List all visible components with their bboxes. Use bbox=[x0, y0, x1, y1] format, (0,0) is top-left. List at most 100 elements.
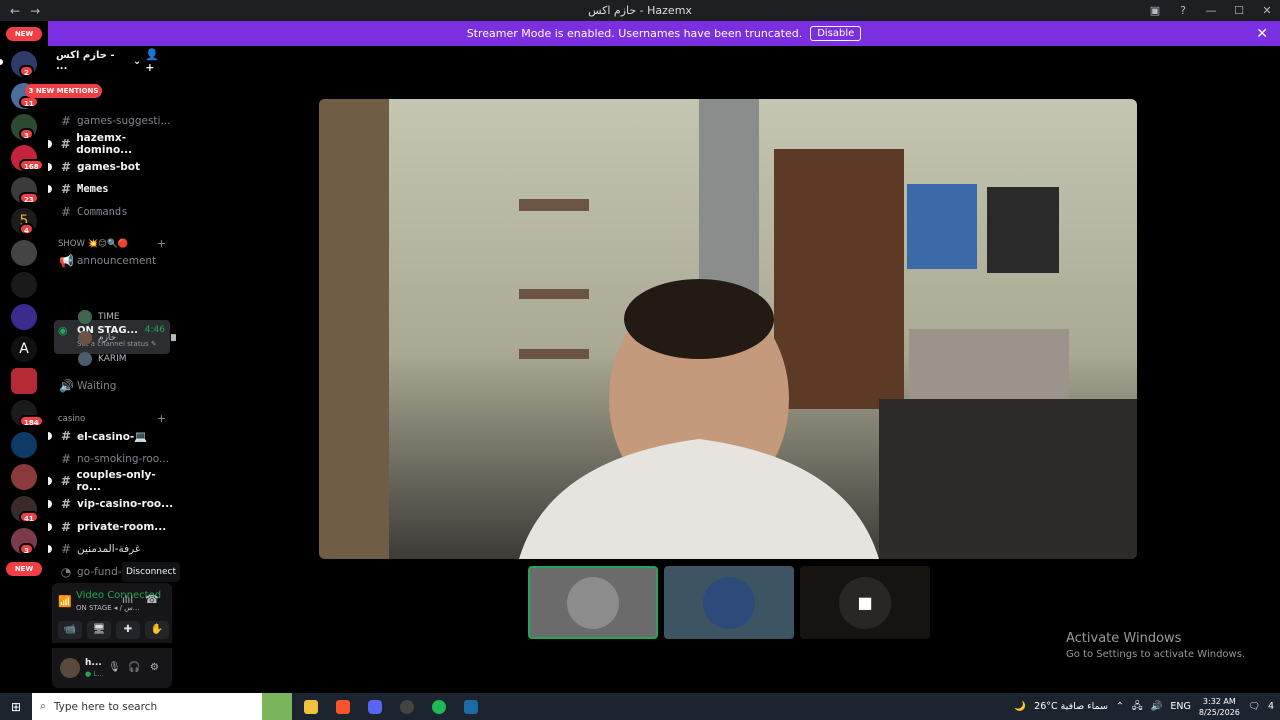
invite-icon[interactable]: 👤+ bbox=[145, 48, 168, 74]
server-icon[interactable] bbox=[11, 304, 37, 330]
mention-badge: 3 bbox=[19, 128, 34, 140]
channel-item[interactable]: # Commands bbox=[48, 202, 176, 222]
soundboard-button[interactable]: ✋ bbox=[145, 621, 169, 639]
server-icon[interactable] bbox=[11, 272, 37, 298]
unread-indicator bbox=[48, 140, 52, 148]
help-icon[interactable]: ? bbox=[1176, 4, 1190, 17]
search-highlight-image[interactable] bbox=[262, 693, 292, 720]
screen-share-button[interactable]: 🖥 bbox=[87, 621, 111, 639]
signal-icon[interactable]: 📶 bbox=[58, 595, 72, 608]
stage-icon: ◉ bbox=[58, 324, 68, 337]
inbox-icon[interactable]: ▣ bbox=[1148, 4, 1162, 17]
server-list: NEW 2 11 3 168 23 5 4 A 184 41 3 NEW bbox=[0, 21, 48, 693]
channel-item[interactable]: # Memes bbox=[48, 179, 176, 199]
new-unreads-pill[interactable]: NEW bbox=[6, 27, 42, 41]
file-explorer-icon[interactable] bbox=[304, 699, 318, 714]
voice-member[interactable]: TIME bbox=[78, 308, 120, 326]
user-status: ● L... bbox=[85, 670, 104, 678]
network-icon[interactable]: 🖧 bbox=[1132, 699, 1143, 715]
banner-text: Streamer Mode is enabled. Usernames have… bbox=[466, 27, 803, 40]
spotify-icon[interactable] bbox=[432, 699, 446, 714]
announcement-icon: 📢 bbox=[59, 254, 74, 268]
close-icon[interactable]: ✕ bbox=[1256, 26, 1268, 42]
maximize-button[interactable]: ☐ bbox=[1232, 4, 1246, 17]
mention-badge: 2 bbox=[19, 65, 34, 77]
channel-name: no-smoking-roo... bbox=[77, 453, 170, 465]
avatar[interactable] bbox=[60, 658, 80, 678]
new-unreads-pill[interactable]: NEW bbox=[6, 562, 42, 576]
disconnect-icon[interactable]: ☎ bbox=[145, 593, 159, 606]
channel-item[interactable]: 📢 announcement bbox=[48, 251, 176, 271]
hash-icon: # bbox=[60, 137, 71, 151]
noise-suppression-icon[interactable]: ılıl bbox=[122, 595, 133, 606]
username[interactable]: h... bbox=[85, 658, 102, 668]
disable-button[interactable]: Disable bbox=[810, 26, 862, 41]
server-icon[interactable] bbox=[11, 240, 37, 266]
notification-icon[interactable]: 🗨 bbox=[1248, 701, 1260, 712]
steam-icon[interactable] bbox=[464, 699, 478, 714]
participant-thumbnails: ■ bbox=[528, 566, 930, 639]
activities-button[interactable]: ✚ bbox=[116, 621, 140, 639]
channel-item[interactable]: # couples-only-ro... bbox=[48, 469, 176, 493]
voice-channel[interactable]: 🔊 Waiting bbox=[48, 376, 176, 396]
server-icon[interactable]: A bbox=[11, 336, 37, 362]
taskbar-search[interactable]: ⌕ Type here to search bbox=[32, 693, 262, 720]
channel-item[interactable]: # private-room... bbox=[48, 517, 176, 537]
camera-button[interactable]: 📹 bbox=[58, 621, 82, 639]
voice-member[interactable]: KARIM bbox=[78, 350, 127, 368]
unread-indicator bbox=[48, 523, 52, 531]
brave-icon[interactable] bbox=[336, 699, 350, 714]
category-header[interactable]: SHOW 💥😊🔍🔴 + bbox=[58, 237, 166, 250]
channel-item[interactable]: # hazemx-domino... bbox=[48, 132, 176, 156]
channel-item[interactable]: # no-smoking-roo... bbox=[48, 449, 176, 469]
channel-item[interactable]: # games-suggesti... bbox=[48, 111, 176, 131]
obs-icon[interactable] bbox=[400, 699, 414, 714]
server-header[interactable]: حازم اكس - ... ⌄ 👤+ bbox=[48, 46, 176, 76]
weather-text[interactable]: 26°C سماء صافية bbox=[1034, 701, 1108, 712]
channel-name: vip-casino-roo... bbox=[77, 498, 174, 510]
participant-tile[interactable] bbox=[528, 566, 658, 639]
unread-indicator bbox=[48, 545, 52, 553]
participant-tile[interactable]: ■ bbox=[800, 566, 930, 639]
participant-tile[interactable] bbox=[664, 566, 794, 639]
avatar bbox=[567, 576, 619, 629]
settings-icon[interactable]: ⚙ bbox=[150, 662, 159, 673]
search-placeholder: Type here to search bbox=[53, 700, 158, 713]
windows-start-icon[interactable]: ⊞ bbox=[0, 700, 32, 714]
new-mentions-pill[interactable]: 3 NEW MENTIONS bbox=[25, 84, 102, 98]
volume-icon[interactable]: 🔊 bbox=[1151, 701, 1163, 712]
channel-item[interactable]: # games-bot bbox=[48, 157, 176, 177]
discord-icon[interactable] bbox=[368, 699, 382, 714]
hash-icon: # bbox=[60, 114, 72, 128]
chevron-up-icon[interactable]: ⌃ bbox=[1116, 701, 1124, 712]
category-header[interactable]: casino + bbox=[58, 412, 166, 425]
avatar bbox=[78, 310, 92, 324]
server-icon[interactable] bbox=[11, 368, 37, 394]
server-icon[interactable] bbox=[11, 432, 37, 458]
voice-member[interactable]: حازم ■ bbox=[78, 329, 176, 347]
minimize-button[interactable]: — bbox=[1204, 4, 1218, 17]
window-title: حازم اكس - Hazemx bbox=[588, 4, 692, 17]
add-channel-icon[interactable]: + bbox=[157, 237, 166, 250]
add-channel-icon[interactable]: + bbox=[157, 412, 166, 425]
headset-icon[interactable]: 🎧 bbox=[128, 662, 140, 673]
avatar bbox=[703, 576, 755, 629]
unread-indicator bbox=[48, 432, 52, 440]
voice-connection-panel: 📶 Video Connected ON STAGE ◂ / س... ılıl… bbox=[52, 583, 172, 643]
close-button[interactable]: ✕ bbox=[1260, 4, 1274, 17]
language-indicator[interactable]: ENG bbox=[1170, 701, 1190, 712]
channel-name: games-bot bbox=[77, 161, 141, 173]
channel-item[interactable]: # vip-casino-roo... bbox=[48, 494, 176, 514]
category-name: SHOW 💥😊🔍🔴 bbox=[58, 238, 129, 249]
window-controls: ▣ ? — ☐ ✕ bbox=[1148, 0, 1274, 21]
server-icon[interactable] bbox=[11, 464, 37, 490]
mention-badge: 23 bbox=[19, 192, 39, 204]
channel-name: غرفة-المدمنين bbox=[77, 543, 141, 555]
weather-icon[interactable]: 🌙 bbox=[1014, 701, 1026, 712]
channel-item[interactable]: # el-casino-💻 bbox=[48, 426, 176, 446]
hash-icon: # bbox=[60, 429, 72, 443]
video-stream[interactable] bbox=[319, 99, 1137, 559]
channel-item[interactable]: # غرفة-المدمنين bbox=[48, 539, 176, 559]
microphone-icon[interactable]: 🎙 bbox=[108, 662, 121, 673]
clock[interactable]: 3:32 AM 8/25/2026 bbox=[1199, 696, 1240, 718]
